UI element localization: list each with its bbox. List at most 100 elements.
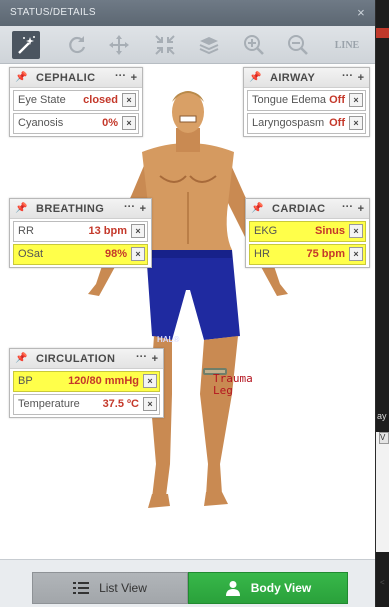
line-tool-label: LINE xyxy=(334,39,360,51)
hr-row[interactable]: HR 75 bpm × xyxy=(249,244,366,265)
laryngospasm-row[interactable]: Laryngospasm Off × xyxy=(247,113,366,134)
bp-label: BP xyxy=(18,375,33,387)
collapse-arrows-icon xyxy=(155,35,175,55)
window-titlebar: STATUS/DETAILS × xyxy=(0,0,375,26)
remove-bp-button[interactable]: × xyxy=(143,374,157,388)
remove-cyanosis-button[interactable]: × xyxy=(122,116,136,130)
line-tool-button[interactable]: LINE xyxy=(330,31,364,59)
magic-wand-tool-button[interactable] xyxy=(12,31,40,59)
rr-row[interactable]: RR 13 bpm × xyxy=(13,221,148,242)
bp-row[interactable]: BP 120/80 mmHg × xyxy=(13,371,160,392)
remove-temperature-button[interactable]: × xyxy=(143,397,157,411)
pin-icon[interactable]: 📌 xyxy=(249,68,261,88)
zoom-in-button[interactable] xyxy=(240,31,268,59)
user-icon xyxy=(225,581,240,596)
ekg-row[interactable]: EKG Sinus × xyxy=(249,221,366,242)
body-view-label: Body View xyxy=(250,581,312,595)
tongue-edema-label: Tongue Edema xyxy=(252,94,326,106)
ekg-label: EKG xyxy=(254,225,278,237)
eye-state-value: closed xyxy=(83,94,118,106)
pin-icon[interactable]: 📌 xyxy=(15,199,27,219)
remove-ekg-button[interactable]: × xyxy=(349,224,363,238)
hr-value: 75 bpm xyxy=(306,248,345,260)
more-options-icon[interactable]: ··· xyxy=(124,197,135,217)
temperature-row[interactable]: Temperature 37.5 ºC × xyxy=(13,394,160,415)
layers-icon xyxy=(199,37,219,55)
rotate-tool-button[interactable] xyxy=(63,31,91,59)
cardiac-title: CARDIAC xyxy=(272,203,326,215)
circulation-panel: 📌 CIRCULATION ··· + BP 120/80 mmHg × Tem… xyxy=(9,348,164,418)
laryngospasm-value: Off xyxy=(329,117,345,129)
tongue-edema-row[interactable]: Tongue Edema Off × xyxy=(247,90,366,111)
pin-icon[interactable]: 📌 xyxy=(15,68,27,88)
list-view-button[interactable]: List View xyxy=(32,572,188,604)
laryngospasm-label: Laryngospasm xyxy=(252,117,325,129)
circulation-title: CIRCULATION xyxy=(36,353,116,365)
airway-panel-header: 📌 AIRWAY ··· + xyxy=(244,68,369,88)
status-details-window: STATUS/DETAILS × LINE HAL® Trauma Leg 📌 … xyxy=(0,0,375,607)
body-view-button[interactable]: Body View xyxy=(188,572,348,604)
eye-state-label: Eye State xyxy=(18,94,66,106)
cyanosis-label: Cyanosis xyxy=(18,117,64,129)
background-panel-fragment xyxy=(376,432,389,552)
more-options-icon[interactable]: ··· xyxy=(115,66,126,86)
more-options-icon[interactable]: ··· xyxy=(342,197,353,217)
list-icon xyxy=(73,582,90,594)
airway-panel: 📌 AIRWAY ··· + Tongue Edema Off × Laryng… xyxy=(243,67,370,137)
more-options-icon[interactable]: ··· xyxy=(342,66,353,86)
airway-title: AIRWAY xyxy=(270,72,316,84)
tongue-edema-value: Off xyxy=(329,94,345,106)
breathing-title: BREATHING xyxy=(36,203,105,215)
zoom-out-button[interactable] xyxy=(284,31,312,59)
add-icon[interactable]: + xyxy=(358,199,364,219)
rr-label: RR xyxy=(18,225,34,237)
rr-value: 13 bpm xyxy=(88,225,127,237)
pin-icon[interactable]: 📌 xyxy=(251,199,263,219)
cardiac-panel: 📌 CARDIAC ··· + EKG Sinus × HR 75 bpm × xyxy=(245,198,370,268)
remove-hr-button[interactable]: × xyxy=(349,247,363,261)
view-switcher-bar: List View Body View xyxy=(0,559,375,607)
more-options-icon[interactable]: ··· xyxy=(136,347,147,367)
background-scroll-arrow-icon[interactable]: < xyxy=(380,578,389,588)
close-icon[interactable]: × xyxy=(357,0,365,26)
remove-tongue-edema-button[interactable]: × xyxy=(349,93,363,107)
background-red-bar xyxy=(376,28,389,38)
collapse-tool-button[interactable] xyxy=(151,31,179,59)
pan-tool-button[interactable] xyxy=(105,31,133,59)
add-icon[interactable]: + xyxy=(131,68,137,88)
add-icon[interactable]: + xyxy=(152,349,158,369)
layers-tool-button[interactable] xyxy=(195,31,223,59)
remove-eye-state-button[interactable]: × xyxy=(122,93,136,107)
toolbar: LINE xyxy=(0,26,375,64)
add-icon[interactable]: + xyxy=(358,68,364,88)
body-view-stage: HAL® Trauma Leg 📌 CEPHALIC ··· + Eye Sta… xyxy=(0,64,375,559)
cyanosis-row[interactable]: Cyanosis 0% × xyxy=(13,113,139,134)
magic-wand-icon xyxy=(18,36,35,54)
remove-rr-button[interactable]: × xyxy=(131,224,145,238)
background-tab-fragment[interactable]: V xyxy=(379,432,389,444)
remove-osat-button[interactable]: × xyxy=(131,247,145,261)
osat-label: OSat xyxy=(18,248,44,260)
add-icon[interactable]: + xyxy=(140,199,146,219)
breathing-panel-header: 📌 BREATHING ··· + xyxy=(10,199,151,219)
eye-state-row[interactable]: Eye State closed × xyxy=(13,90,139,111)
window-title: STATUS/DETAILS xyxy=(10,7,96,18)
zoom-out-icon xyxy=(288,35,308,55)
pin-icon[interactable]: 📌 xyxy=(15,349,27,369)
trauma-leg-label[interactable]: Trauma Leg xyxy=(213,373,253,397)
remove-laryngospasm-button[interactable]: × xyxy=(349,116,363,130)
cardiac-panel-header: 📌 CARDIAC ··· + xyxy=(246,199,369,219)
trauma-label-line2: Leg xyxy=(213,384,233,397)
osat-row[interactable]: OSat 98% × xyxy=(13,244,148,265)
circulation-panel-header: 📌 CIRCULATION ··· + xyxy=(10,349,163,369)
cephalic-title: CEPHALIC xyxy=(36,72,96,84)
temperature-value: 37.5 ºC xyxy=(102,398,139,410)
breathing-panel: 📌 BREATHING ··· + RR 13 bpm × OSat 98% × xyxy=(9,198,152,268)
cyanosis-value: 0% xyxy=(102,117,118,129)
list-view-label: List View xyxy=(99,581,147,595)
cephalic-panel-header: 📌 CEPHALIC ··· + xyxy=(10,68,142,88)
rotate-icon xyxy=(69,36,86,54)
ekg-value: Sinus xyxy=(315,225,345,237)
background-text-fragment: ay xyxy=(377,411,387,421)
patient-body-figure[interactable] xyxy=(0,64,375,559)
